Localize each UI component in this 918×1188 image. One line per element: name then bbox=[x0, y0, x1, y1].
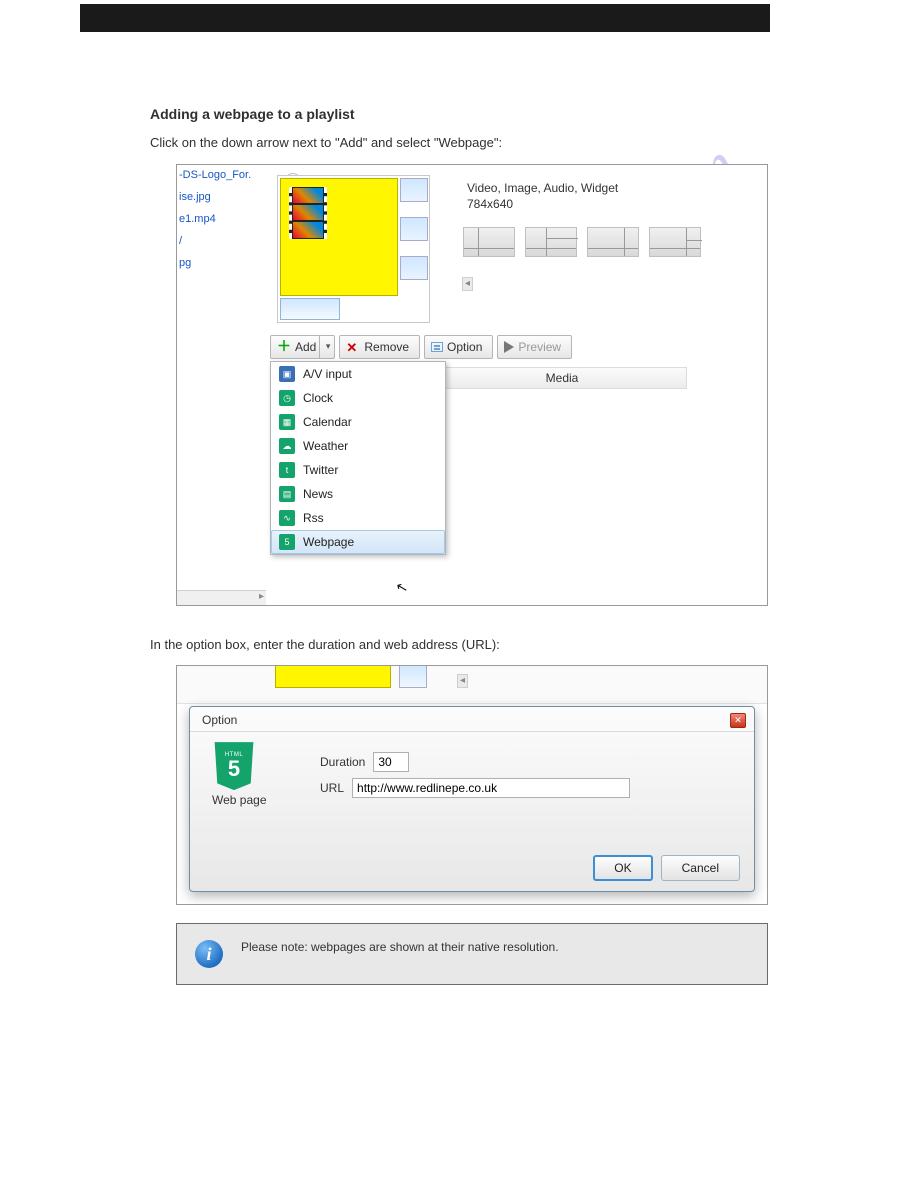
file-list-scrollbar[interactable]: ▸ bbox=[177, 590, 266, 605]
info-icon: i bbox=[195, 940, 223, 968]
menu-item-label: Weather bbox=[303, 439, 348, 453]
add-button[interactable]: ＋Add bbox=[270, 335, 335, 359]
menu-item-weather[interactable]: ☁ Weather bbox=[271, 434, 445, 458]
zone-dimensions: 784x640 bbox=[467, 197, 618, 211]
menu-item-label: Webpage bbox=[303, 535, 354, 549]
toolbar: ＋Add ✕Remove Option Preview bbox=[270, 335, 572, 359]
layout-bottom-zone[interactable] bbox=[280, 298, 340, 320]
layout-main-zone[interactable] bbox=[280, 178, 398, 296]
preview-button[interactable]: Preview bbox=[497, 335, 572, 359]
menu-item-webpage[interactable]: 5 Webpage bbox=[271, 530, 445, 554]
remove-button-label: Remove bbox=[364, 340, 409, 354]
add-dropdown-menu: ▣ A/V input ◷ Clock ▦ Calendar ☁ Weather t Tw… bbox=[270, 361, 446, 555]
menu-item-clock[interactable]: ◷ Clock bbox=[271, 386, 445, 410]
section-heading: Adding a webpage to a playlist bbox=[150, 106, 918, 122]
layout-side-thumb[interactable] bbox=[400, 178, 428, 202]
menu-item-label: Twitter bbox=[303, 463, 338, 477]
file-list: -DS-Logo_For. ise.jpg e1.mp4 / pg bbox=[177, 167, 267, 277]
duration-input[interactable] bbox=[373, 752, 409, 772]
file-item[interactable]: -DS-Logo_For. bbox=[177, 167, 267, 183]
html5-badge: HTML 5 Web page bbox=[212, 742, 267, 807]
template-option[interactable] bbox=[587, 227, 639, 257]
template-option[interactable] bbox=[649, 227, 701, 257]
cancel-button[interactable]: Cancel bbox=[661, 855, 740, 881]
play-icon bbox=[504, 341, 514, 353]
mouse-cursor-icon: ↖ bbox=[394, 577, 410, 596]
twitter-icon: t bbox=[279, 462, 295, 478]
remove-button[interactable]: ✕Remove bbox=[339, 335, 420, 359]
calendar-icon: ▦ bbox=[279, 414, 295, 430]
layout-side-thumb bbox=[399, 666, 427, 688]
zone-info: Video, Image, Audio, Widget 784x640 bbox=[467, 181, 618, 213]
dialog-title: Option bbox=[190, 707, 754, 732]
badge-label: Web page bbox=[212, 793, 267, 807]
header-black-bar bbox=[80, 4, 770, 32]
media-column-header: Media bbox=[437, 367, 687, 389]
menu-item-news[interactable]: ▤ News bbox=[271, 482, 445, 506]
layout-preview-panel bbox=[277, 175, 430, 323]
step-2-paragraph: In the option box, enter the duration an… bbox=[150, 636, 768, 654]
menu-item-label: Rss bbox=[303, 511, 324, 525]
option-icon bbox=[431, 342, 443, 352]
background-strip: ◂ bbox=[177, 666, 767, 704]
rss-icon: ∿ bbox=[279, 510, 295, 526]
add-button-label: Add bbox=[295, 340, 316, 354]
news-icon: ▤ bbox=[279, 486, 295, 502]
figure-add-menu: -DS-Logo_For. ise.jpg e1.mp4 / pg ▸ ˄ bbox=[176, 164, 768, 606]
menu-item-label: Clock bbox=[303, 391, 333, 405]
option-button-label: Option bbox=[447, 340, 482, 354]
menu-item-label: Calendar bbox=[303, 415, 352, 429]
zone-types-label: Video, Image, Audio, Widget bbox=[467, 181, 618, 195]
filmstrip-icon bbox=[289, 187, 327, 239]
option-button[interactable]: Option bbox=[424, 335, 493, 359]
figure-option-dialog: ◂ Option ✕ HTML 5 Web page Duration bbox=[176, 665, 768, 905]
layout-main-zone bbox=[275, 666, 391, 688]
badge-number: 5 bbox=[228, 758, 240, 780]
note-text: Please note: webpages are shown at their… bbox=[241, 940, 559, 954]
layout-side-thumb[interactable] bbox=[400, 256, 428, 280]
file-item[interactable]: / bbox=[177, 233, 267, 249]
layout-side-thumb[interactable] bbox=[400, 217, 428, 241]
preview-button-label: Preview bbox=[518, 340, 561, 354]
intro-paragraph: Click on the down arrow next to "Add" an… bbox=[150, 134, 768, 152]
menu-item-twitter[interactable]: t Twitter bbox=[271, 458, 445, 482]
file-item[interactable]: e1.mp4 bbox=[177, 211, 267, 227]
menu-item-label: News bbox=[303, 487, 333, 501]
html5-icon: 5 bbox=[279, 534, 295, 550]
file-item[interactable]: ise.jpg bbox=[177, 189, 267, 205]
template-thumbnails bbox=[463, 227, 701, 257]
menu-item-rss[interactable]: ∿ Rss bbox=[271, 506, 445, 530]
template-option[interactable] bbox=[463, 227, 515, 257]
url-input[interactable] bbox=[352, 778, 630, 798]
option-dialog: Option ✕ HTML 5 Web page Duration bbox=[189, 706, 755, 892]
menu-item-av-input[interactable]: ▣ A/V input bbox=[271, 362, 445, 386]
file-item[interactable]: pg bbox=[177, 255, 267, 271]
html5-shield-icon: HTML 5 bbox=[212, 742, 256, 790]
dialog-close-button[interactable]: ✕ bbox=[730, 713, 746, 728]
ok-button[interactable]: OK bbox=[593, 855, 652, 881]
duration-label: Duration bbox=[320, 755, 365, 769]
header-band bbox=[0, 0, 918, 36]
weather-icon: ☁ bbox=[279, 438, 295, 454]
template-option[interactable] bbox=[525, 227, 577, 257]
camera-icon: ▣ bbox=[279, 366, 295, 382]
template-scroll-left[interactable]: ◂ bbox=[457, 674, 468, 688]
url-label: URL bbox=[320, 781, 344, 795]
template-scroll-left[interactable]: ◂ bbox=[462, 277, 473, 291]
menu-item-label: A/V input bbox=[303, 367, 352, 381]
note-box: i Please note: webpages are shown at the… bbox=[176, 923, 768, 985]
menu-item-calendar[interactable]: ▦ Calendar bbox=[271, 410, 445, 434]
clock-icon: ◷ bbox=[279, 390, 295, 406]
